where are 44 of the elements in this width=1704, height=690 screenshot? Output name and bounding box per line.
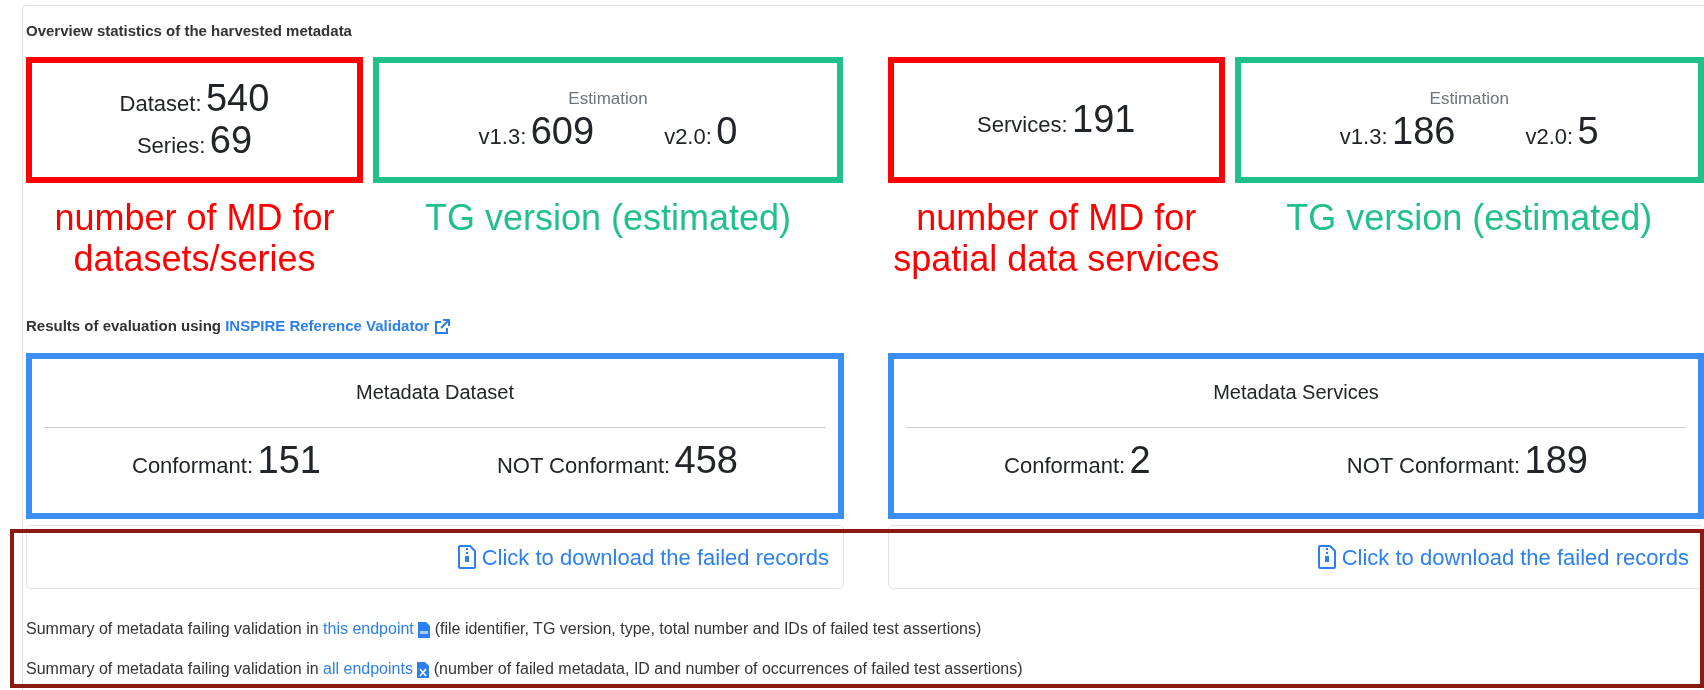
stat-label: Series: — [136, 132, 206, 158]
stat-label: NOT Conformant: — [496, 453, 671, 478]
validator-link[interactable]: INSPIRE Reference Validator — [225, 316, 450, 334]
stat-label: Conformant: — [1004, 453, 1126, 478]
annotation-text: TG version (estimated) — [1285, 196, 1654, 240]
stat-value: 5 — [1577, 110, 1599, 153]
summary-text: Summary of metadata failing validation in this endpoint (file identifier, TG version, type, total number and IDs of failed test assertions) — [26, 619, 983, 640]
download-link[interactable]: Click to download the failed records — [457, 540, 829, 574]
spreadsheet-file-icon — [417, 661, 430, 678]
endpoint-link[interactable]: this endpoint — [323, 620, 414, 637]
summary-text: Summary of metadata failing validation in all endpoints (number of failed metadata, ID and number of occurrences of failed test assertions) — [26, 659, 1024, 680]
zip-file-icon — [1317, 545, 1336, 569]
stat-value: 191 — [1072, 97, 1136, 140]
panel-heading: Estimation — [1429, 87, 1509, 110]
zip-file-icon — [457, 545, 476, 569]
download-link[interactable]: Click to download the failed records — [1317, 540, 1689, 574]
stat-value: 151 — [257, 439, 321, 481]
stat-value: 189 — [1524, 439, 1588, 481]
csv-file-icon — [418, 621, 431, 638]
panel-title: Metadata Dataset — [355, 380, 515, 405]
stat-label: v2.0: — [664, 124, 712, 150]
panel-title: Metadata Services — [1212, 380, 1380, 405]
stat-value: 186 — [1392, 110, 1456, 153]
section-title: Results of evaluation using — [26, 316, 223, 334]
stat-label: Services: — [977, 111, 1068, 137]
stat-value: 458 — [674, 439, 738, 481]
panel-heading: Estimation — [568, 87, 648, 110]
external-link-icon — [433, 318, 450, 335]
stat-label: Conformant: — [132, 453, 254, 478]
stat-label: v1.3: — [478, 124, 527, 150]
stat-value: 540 — [206, 76, 270, 119]
annotation-text: number of MD for spatial data services — [892, 196, 1221, 281]
stat-value: 0 — [716, 110, 738, 153]
stat-value: 609 — [530, 110, 595, 153]
stat-value: 2 — [1129, 439, 1151, 481]
stat-label: v1.3: — [1339, 124, 1388, 150]
stat-label: NOT Conformant: — [1346, 453, 1521, 478]
annotation-text: number of MD for datasets/series — [53, 196, 336, 281]
section-title: Overview statistics of the harvested metadata — [26, 21, 353, 41]
stat-label: Dataset: — [119, 90, 202, 116]
annotation-text: TG version (estimated) — [423, 196, 793, 240]
stat-value: 69 — [209, 118, 253, 161]
endpoint-link[interactable]: all endpoints — [323, 660, 413, 677]
stat-label: v2.0: — [1525, 124, 1574, 150]
